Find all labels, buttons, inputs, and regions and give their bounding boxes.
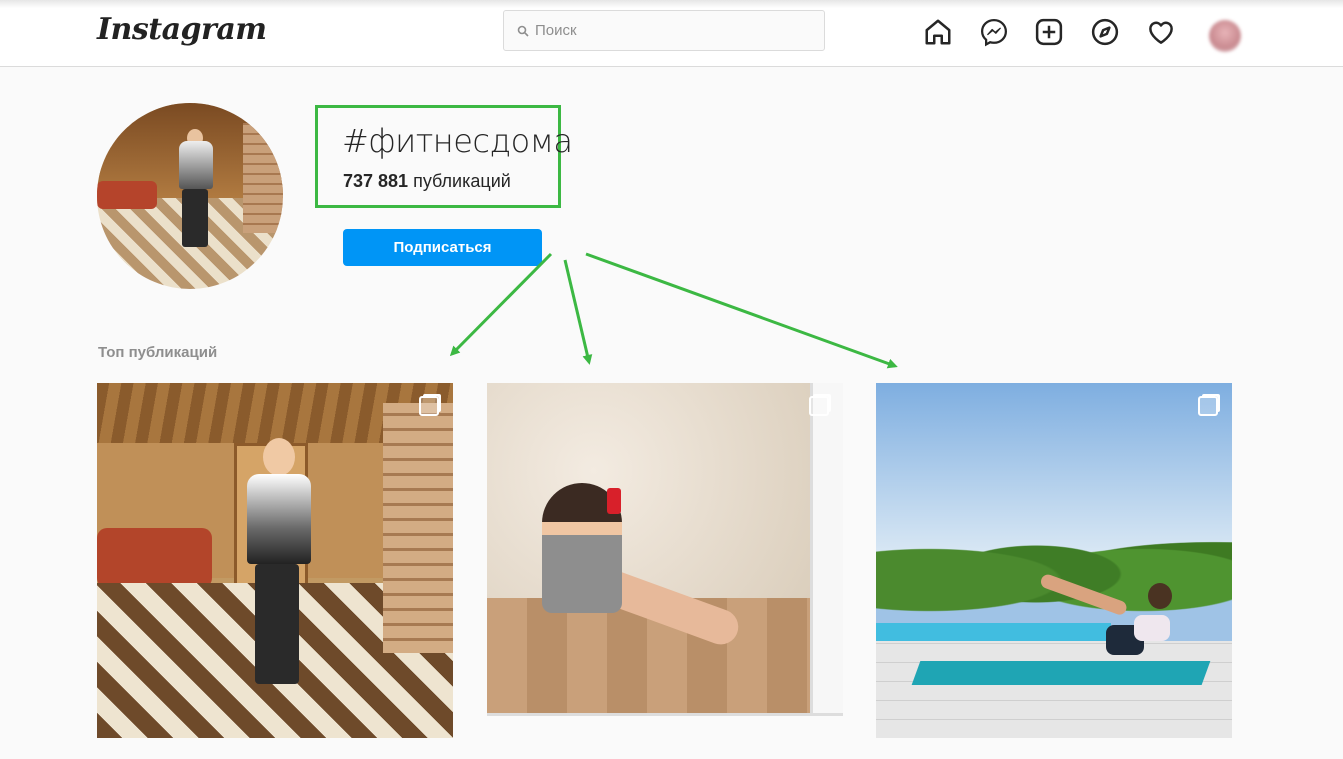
carousel-icon <box>419 396 439 416</box>
arrow-to-post-1 <box>449 252 553 357</box>
top-post-2[interactable] <box>487 383 843 738</box>
top-post-3[interactable] <box>876 383 1232 738</box>
top-posts-heading: Топ публикаций <box>98 344 218 361</box>
arrow-to-post-2 <box>563 259 593 365</box>
top-post-1[interactable] <box>97 383 453 738</box>
carousel-icon <box>1198 396 1218 416</box>
carousel-icon <box>809 396 829 416</box>
arrow-to-post-3 <box>585 252 898 369</box>
